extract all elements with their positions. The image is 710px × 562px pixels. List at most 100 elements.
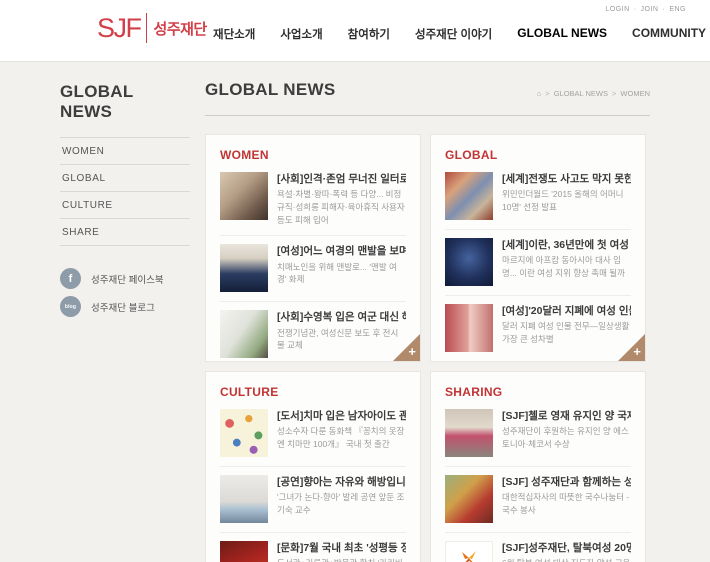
news-desc: 욕설·차별·왕따·폭력 등 다양... 비정규직·성희롱 피해자·육아휴직 사용… — [277, 188, 406, 226]
news-desc: 달러 지폐 여성 인물 전무—일상생활 가장 큰 성차별 — [502, 320, 631, 346]
news-item[interactable]: [사회]수영복 입은 여군 대신 해병대 전쟁기념관, 여성신문 보도 후 전시… — [220, 302, 406, 362]
nav-participate[interactable]: 참여하기 — [348, 26, 390, 42]
sjf-logo[interactable]: SJF 성주재단 — [97, 13, 207, 43]
news-thumbnail — [220, 409, 268, 457]
login-link[interactable]: LOGIN — [605, 6, 629, 13]
news-thumbnail — [445, 475, 493, 523]
news-desc: 위민인더월드 '2015 올해의 어머니 10명' 선정 발표 — [502, 188, 631, 214]
blog-label: 성주재단 블로그 — [91, 300, 155, 314]
news-thumbnail — [445, 238, 493, 286]
news-item[interactable]: [여성]'20달러 지폐에 여성 인물을' 캠 달러 지폐 여성 인물 전무—일… — [445, 296, 631, 361]
news-title: [도서]치마 입은 남자아이도 괜찮아 — [277, 409, 406, 423]
join-link[interactable]: JOIN — [641, 6, 659, 13]
logo-divider — [146, 13, 147, 43]
news-title: [공연]향아는 자유와 해방입니다 — [277, 475, 406, 489]
nav-global-news[interactable]: GLOBAL NEWS — [517, 26, 607, 42]
news-item[interactable]: [SJF] 성주재단과 함께하는 성주그룹 대한적십자사의 따뜻한 국수나눔터 … — [445, 467, 631, 533]
nav-foundation-story[interactable]: 성주재단 이야기 — [415, 26, 492, 42]
blog-icon: blog — [60, 296, 81, 317]
panel-sharing: SHARING [SJF]첼로 영재 유지인 양 국제콩쿠르 성주재단이 후원하… — [430, 371, 646, 562]
plus-icon[interactable]: + — [408, 345, 416, 358]
news-title: [세계]전쟁도 사고도 막지 못한 어머 — [502, 172, 631, 186]
news-desc: 성소수자 다룬 동화책 『꽁치의 옷장엔 치마만 100개』 국내 첫 출간 — [277, 425, 406, 451]
news-thumbnail: FEMINIST — [220, 541, 268, 562]
language-link[interactable]: ENG — [669, 6, 686, 13]
news-title: [사회]수영복 입은 여군 대신 해병대 — [277, 310, 406, 324]
news-thumbnail — [445, 304, 493, 352]
panel-sharing-title: SHARING — [445, 385, 631, 399]
logo-sjf-text: SJF — [97, 15, 141, 42]
news-item[interactable]: [SJF]첼로 영재 유지인 양 국제콩쿠르 성주재단이 후원하는 유지인 양 … — [445, 401, 631, 467]
news-title: [SJF] 성주재단과 함께하는 성주그룹 — [502, 475, 631, 489]
news-panels: WOMEN [사회]인격·존엄 무너진 일터로 출근 욕설·차별·왕따·폭력 등… — [205, 134, 650, 562]
main-nav: 재단소개 사업소개 참여하기 성주재단 이야기 GLOBAL NEWS COMM… — [213, 26, 706, 42]
news-desc: '그녀가 논다-향아' 발레 공연 앞둔 조기숙 교수 — [277, 491, 406, 517]
news-item[interactable]: [사회]인격·존엄 무너진 일터로 출근 욕설·차별·왕따·폭력 등 다양...… — [220, 164, 406, 236]
sidebar-item-share[interactable]: SHARE — [60, 219, 190, 246]
news-title: [여성]'20달러 지폐에 여성 인물을' 캠 — [502, 304, 631, 318]
news-thumbnail — [220, 310, 268, 358]
sidebar: GLOBAL NEWS WOMEN GLOBAL CULTURE SHARE f… — [60, 82, 190, 324]
news-title: [SJF]성주재단, 탈북여성 20명에 무 — [502, 541, 631, 555]
facebook-link[interactable]: f 성주재단 페이스북 — [60, 268, 190, 289]
news-item[interactable]: [세계]전쟁도 사고도 막지 못한 어머 위민인더월드 '2015 올해의 어머… — [445, 164, 631, 230]
home-icon[interactable]: ⌂ — [537, 89, 542, 98]
news-item[interactable]: [세계]이란, 36년만에 첫 여성 대사 마르지에 아프캄 동아시아 대사 임… — [445, 230, 631, 296]
topbar-separator: · — [634, 6, 637, 13]
news-title: [사회]인격·존엄 무너진 일터로 출근 — [277, 172, 406, 186]
blog-link[interactable]: blog 성주재단 블로그 — [60, 296, 190, 317]
news-desc: 마르지에 아프캄 동아시아 대사 임명... 이란 여성 지위 향상 촉매 될까 — [502, 254, 631, 280]
news-desc: 전쟁기념관, 여성신문 보도 후 전시물 교체 — [277, 327, 406, 353]
news-desc: 대한적십자사의 따뜻한 국수나눔터 - 국수 봉사 — [502, 491, 631, 517]
plus-icon[interactable]: + — [633, 345, 641, 358]
page-header: GLOBAL NEWS ⌂ > GLOBAL NEWS > WOMEN — [205, 80, 650, 116]
wing-logo: WING — [445, 541, 493, 562]
sidebar-social: f 성주재단 페이스북 blog 성주재단 블로그 — [60, 268, 190, 317]
panel-women-title: WOMEN — [220, 148, 406, 162]
wing-butterfly-icon — [460, 551, 478, 562]
news-item[interactable]: [공연]향아는 자유와 해방입니다 '그녀가 논다-향아' 발레 공연 앞둔 조… — [220, 467, 406, 533]
page-title: GLOBAL NEWS — [205, 80, 336, 100]
news-item[interactable]: [여성]어느 여경의 맨발을 보며 치매노인을 위해 맨발로... '맨발 여경… — [220, 236, 406, 302]
sidebar-menu: WOMEN GLOBAL CULTURE SHARE — [60, 137, 190, 246]
breadcrumb-global-news[interactable]: GLOBAL NEWS — [554, 89, 608, 98]
news-thumbnail — [445, 172, 493, 220]
panel-culture: CULTURE [도서]치마 입은 남자아이도 괜찮아 성소수자 다룬 동화책 … — [205, 371, 421, 562]
nav-business-intro[interactable]: 사업소개 — [280, 26, 322, 42]
news-thumbnail — [220, 244, 268, 292]
sidebar-item-global[interactable]: GLOBAL — [60, 165, 190, 192]
panel-global-title: GLOBAL — [445, 148, 631, 162]
news-title: [여성]어느 여경의 맨발을 보며 — [277, 244, 406, 258]
breadcrumb-separator: > — [545, 89, 549, 98]
main-content: GLOBAL NEWS ⌂ > GLOBAL NEWS > WOMEN WOME… — [205, 80, 650, 562]
panel-culture-title: CULTURE — [220, 385, 406, 399]
sidebar-item-culture[interactable]: CULTURE — [60, 192, 190, 219]
header: LOGIN · JOIN · ENG SJF 성주재단 재단소개 사업소개 참여… — [0, 0, 710, 62]
news-desc: 도서관+기록관+박물관 합친 '라키비움' 형태 — [277, 557, 406, 562]
panel-women: WOMEN [사회]인격·존엄 무너진 일터로 출근 욕설·차별·왕따·폭력 등… — [205, 134, 421, 362]
news-title: [SJF]첼로 영재 유지인 양 국제콩쿠르 — [502, 409, 631, 423]
facebook-icon: f — [60, 268, 81, 289]
news-title: [세계]이란, 36년만에 첫 여성 대사 — [502, 238, 631, 252]
facebook-label: 성주재단 페이스북 — [91, 272, 164, 286]
nav-foundation-intro[interactable]: 재단소개 — [213, 26, 255, 42]
breadcrumb: ⌂ > GLOBAL NEWS > WOMEN — [537, 89, 650, 100]
panel-global: GLOBAL [세계]전쟁도 사고도 막지 못한 어머 위민인더월드 '2015… — [430, 134, 646, 362]
news-desc: 치매노인을 위해 맨발로... '맨발 여경' 화제 — [277, 261, 406, 287]
news-thumbnail — [220, 475, 268, 523]
news-thumbnail — [445, 409, 493, 457]
news-item[interactable]: FEMINIST [문화]7월 국내 최초 '성평등 정책 전 도서관+기록관+… — [220, 533, 406, 562]
breadcrumb-separator: > — [612, 89, 616, 98]
news-item[interactable]: [도서]치마 입은 남자아이도 괜찮아 성소수자 다룬 동화책 『꽁치의 옷장엔… — [220, 401, 406, 467]
nav-community[interactable]: COMMUNITY — [632, 26, 706, 42]
news-desc: 성주재단이 후원하는 유지인 양 에스토니아·체코서 수상 — [502, 425, 631, 451]
sidebar-title: GLOBAL NEWS — [60, 82, 190, 122]
sidebar-item-women[interactable]: WOMEN — [60, 138, 190, 165]
topbar-separator: · — [662, 6, 665, 13]
news-thumbnail — [220, 172, 268, 220]
utility-links: LOGIN · JOIN · ENG — [605, 6, 686, 13]
news-title: [문화]7월 국내 최초 '성평등 정책 전 — [277, 541, 406, 555]
breadcrumb-women[interactable]: WOMEN — [620, 89, 650, 98]
news-item[interactable]: WING [SJF]성주재단, 탈북여성 20명에 무 6월 탈북 여성 대상 … — [445, 533, 631, 562]
news-desc: 6월 탈북 여성 대상 지도자 양성 교육 실시 — [502, 557, 631, 562]
